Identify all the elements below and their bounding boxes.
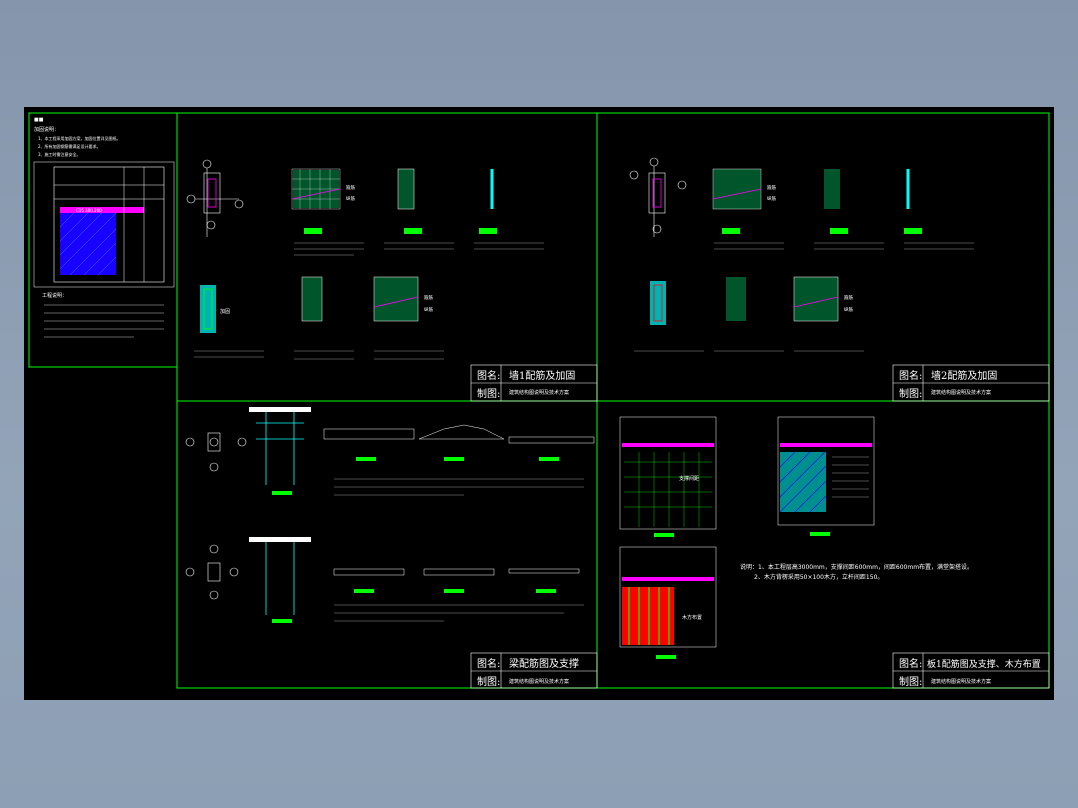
cad-drawing-canvas[interactable]: ■■ 加固说明： 1、本工程采用加固方案，加固位置详见图纸。 2、所有加固钢筋需… [24,107,1054,700]
panel-wall2: 箍筋 纵筋 箍筋 纵筋 图名: 墙2配筋及加固 制图: 建筑结构图说明及技术方案 [629,157,1050,402]
section-a-label: 加固 [220,308,230,315]
notes-header: 加固说明： [34,126,59,133]
wall1-drawing-label: 制图: [477,387,500,400]
wall2-label-c2: 纵筋 [844,306,853,313]
wall2-title: 墙2配筋及加固 [931,369,997,382]
plan-section-label: C15 300.200 [76,208,102,213]
beam-note: 建筑结构图说明及技术方案 [509,678,569,685]
slab-note: 建筑结构图说明及技术方案 [931,678,991,685]
svg-text:■■: ■■ [34,117,44,123]
notes-line-3: 3、施工时需注意安全。 [38,151,81,157]
floor-plan: C15 300.200 [33,161,175,288]
wall2-title-label: 图名: [899,369,922,382]
wall1-label-c2: 纵筋 [424,306,433,313]
beam-drawing-label: 制图: [477,675,500,688]
wall2-label-c: 纵筋 [767,195,776,202]
engineering-notes-header: 工程说明： [42,292,67,299]
wall2-label-b: 箍筋 [767,184,776,191]
slab-title-label: 图名: [899,657,922,670]
wall1-title: 墙1配筋及加固 [509,369,575,382]
cad-drawing-svg: ■■ 加固说明： 1、本工程采用加固方案，加固位置详见图纸。 2、所有加固钢筋需… [28,112,1050,689]
slab-support-label: 支撑间距 [679,475,699,482]
notes-line-2: 2、所有加固钢筋需满足设计要求。 [38,143,101,149]
panel-wall1: 加固 箍筋 纵筋 箍筋 纵筋 图名: 墙1配筋及加固 制图: 建筑结构图说明及技… [186,159,598,402]
panel-slab: 支撑间距 木方布置 说明：1、本工程层高3000mm，支撑间距600mm，间距6… [619,416,1050,689]
slab-wood-label: 木方布置 [682,614,702,621]
sheet-frame [28,112,1050,689]
wall1-title-label: 图名: [477,369,500,382]
wall2-label-b2: 箍筋 [844,294,853,301]
wall1-label-b2: 箍筋 [424,294,433,301]
wall2-note: 建筑结构图说明及技术方案 [931,389,991,396]
wall1-label-c: 纵筋 [346,195,355,202]
wall2-drawing-label: 制图: [899,387,922,400]
beam-title: 梁配筋图及支撑 [509,657,579,670]
panel-beam: 图名: 梁配筋图及支撑 制图: 建筑结构图说明及技术方案 [185,407,598,689]
wall1-note: 建筑结构图说明及技术方案 [509,389,569,396]
slab-remark-1: 说明：1、本工程层高3000mm，支撑间距600mm，间距600mm布置，满堂架… [740,563,973,571]
wall1-label-b: 箍筋 [346,184,355,191]
left-notes-column: ■■ 加固说明： 1、本工程采用加固方案，加固位置详见图纸。 2、所有加固钢筋需… [33,117,175,338]
slab-drawing-label: 制图: [899,675,922,688]
slab-title: 板1配筋图及支撑、木方布置 [927,658,1041,670]
slab-remark-2: 2、木方背楞采用50×100木方，立杆间距150。 [754,573,883,581]
beam-title-label: 图名: [477,657,500,670]
notes-line-1: 1、本工程采用加固方案，加固位置详见图纸。 [38,135,121,141]
